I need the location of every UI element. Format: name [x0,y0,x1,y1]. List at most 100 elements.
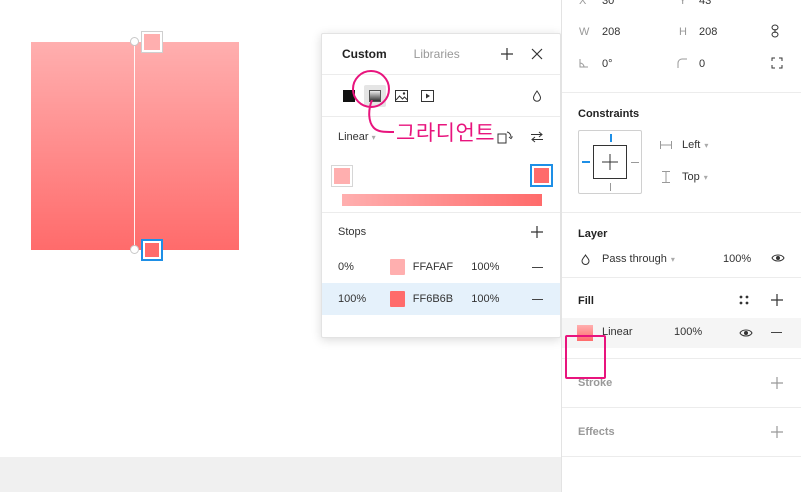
fill-styles-button[interactable] [739,295,749,308]
horizontal-constraint-icon [660,141,672,149]
video-type-button[interactable] [416,85,438,107]
gradient-bar-stop-1[interactable] [530,164,553,187]
gradient-end-handle[interactable] [130,245,139,254]
stop-opacity[interactable]: 100% [471,293,517,305]
vertical-constraint-select[interactable]: Top ▾ [662,171,708,183]
gradient-bar-stop-0[interactable] [331,165,353,187]
annotation-fill-highlight [565,335,606,379]
constraint-left-indicator[interactable] [582,161,590,163]
gradient-start-handle[interactable] [130,37,139,46]
swap-icon [531,131,543,143]
w-label: W [579,26,590,38]
chevron-down-icon: ▾ [704,140,709,150]
drop-icon [581,253,590,265]
constraint-bottom-indicator[interactable] [610,183,611,191]
gradient-handle-line[interactable] [134,42,135,250]
y-input[interactable]: 43 [699,0,711,7]
gradient-rectangle[interactable] [31,42,239,250]
remove-fill-button[interactable] [771,332,782,333]
geometry-section: X 30 Y 43 W 208 H 208 0° 0 [562,0,801,93]
blend-mode-select[interactable]: Pass through ▾ [581,253,675,265]
tab-custom[interactable]: Custom [342,47,387,61]
gradient-bar[interactable] [342,194,542,206]
remove-stop-button[interactable] [528,288,548,310]
constraints-title: Constraints [578,108,640,120]
eyedropper-button[interactable] [526,85,548,107]
fill-visibility-toggle[interactable] [739,328,753,341]
add-stop-button[interactable] [526,221,548,243]
stop-swatch [534,168,549,183]
plus-icon [771,294,783,306]
annotation-arrow [368,100,395,133]
horizontal-constraint-value: Left [682,139,701,151]
effects-section: Effects [562,408,801,457]
close-picker-button[interactable] [527,43,547,65]
constrain-proportions-button[interactable] [771,24,779,41]
h-input[interactable]: 208 [699,26,717,38]
canvas-stop-0[interactable] [141,31,163,53]
plus-icon [602,154,618,170]
stop-color-swatch[interactable] [389,291,405,307]
stop-opacity[interactable]: 100% [471,261,517,273]
add-fill-button[interactable] [771,294,783,309]
fill-title: Fill [578,295,594,307]
constraint-top-indicator[interactable] [610,134,612,142]
minus-icon [532,266,544,268]
independent-corners-button[interactable] [771,57,783,72]
rotation-input[interactable]: 0° [602,58,613,70]
constraints-inner-box [593,145,627,179]
eye-icon [771,254,785,262]
stop-swatch [144,34,160,50]
video-icon [420,89,434,102]
stop-swatch [145,243,159,257]
constraint-right-indicator[interactable] [631,162,639,163]
stop-position[interactable]: 100% [338,293,390,305]
stop-row-0[interactable]: 0% FFAFAF 100% [322,251,560,283]
properties-panel: X 30 Y 43 W 208 H 208 0° 0 Constraints L… [561,0,801,492]
stop-swatch [334,168,350,184]
stop-row-1[interactable]: 100% FF6B6B 100% [322,283,560,315]
minus-icon [532,298,544,300]
flip-gradient-button[interactable] [526,126,548,148]
plus-icon [771,377,783,389]
canvas-stop-1[interactable] [141,239,163,261]
corner-radius-input[interactable]: 0 [699,58,705,70]
rotate-gradient-button[interactable] [494,126,516,148]
remove-stop-button[interactable] [528,256,548,278]
corner-radius-icon [677,58,687,71]
close-icon [531,48,543,60]
link-icon [771,24,779,38]
constraints-widget[interactable] [578,130,642,194]
add-style-button[interactable] [497,43,517,65]
add-effect-button[interactable] [771,426,783,441]
stop-color-swatch[interactable] [389,259,405,275]
gradient-bar-area [322,157,560,213]
blend-mode-value: Pass through [602,253,667,265]
layer-opacity-input[interactable]: 100% [723,253,751,265]
fill-type-label[interactable]: Linear [602,326,633,338]
plus-icon [500,48,513,60]
stop-hex[interactable]: FFAFAF [413,261,471,273]
h-label: H [679,26,687,38]
picker-tabs: Custom Libraries [322,34,560,75]
stop-position[interactable]: 0% [338,261,390,273]
layer-visibility-toggle[interactable] [771,253,785,266]
tab-libraries[interactable]: Libraries [414,47,460,61]
stops-label: Stops [338,226,367,238]
x-input[interactable]: 30 [602,0,614,7]
x-label: X [579,0,587,7]
plus-icon [771,426,783,438]
eye-icon [739,329,753,337]
vertical-constraint-icon [662,171,670,183]
stop-hex[interactable]: FF6B6B [413,293,471,305]
drop-icon [532,89,542,102]
fill-opacity-input[interactable]: 100% [674,326,702,338]
layer-section: Layer Pass through ▾ 100% [562,213,801,278]
add-stroke-button[interactable] [771,377,783,392]
horizontal-constraint-select[interactable]: Left ▾ [660,139,708,151]
vertical-constraint-value: Top [682,171,700,183]
annotation-label: 그라디언트 [396,121,496,145]
rotation-icon [579,58,589,71]
w-input[interactable]: 208 [602,26,620,38]
chevron-down-icon: ▾ [703,172,708,182]
